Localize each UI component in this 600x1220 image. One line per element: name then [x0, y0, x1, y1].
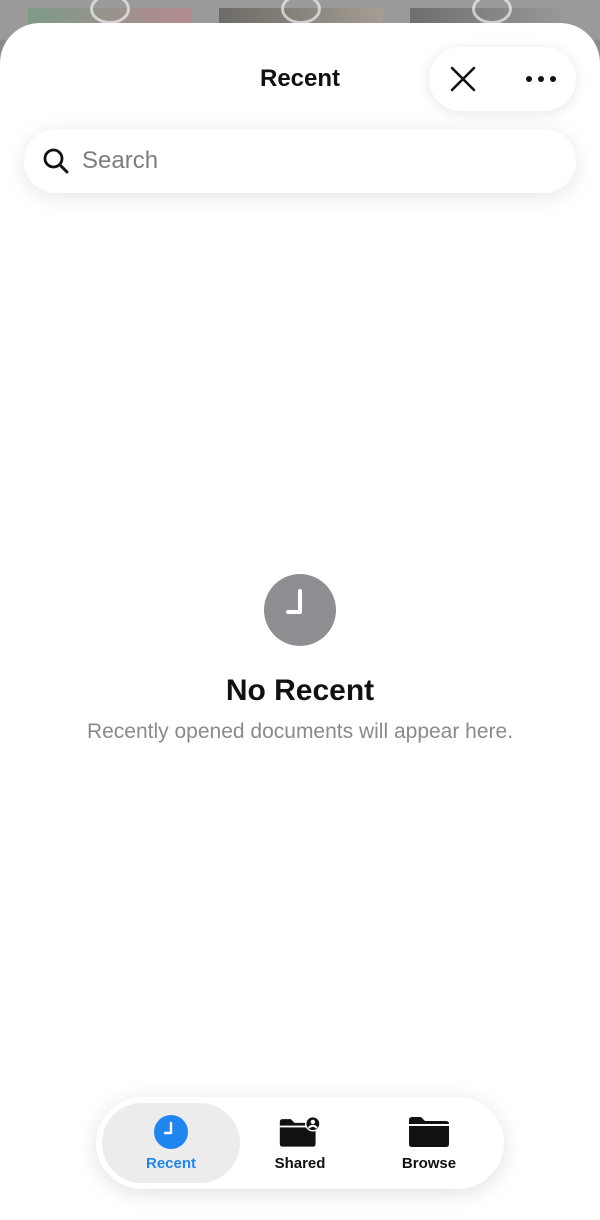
empty-state: No Recent Recently opened documents will…: [0, 574, 600, 744]
search-bar[interactable]: [24, 129, 576, 193]
search-icon: [43, 148, 69, 174]
close-button[interactable]: [441, 57, 485, 101]
tab-browse[interactable]: Browse: [360, 1103, 498, 1183]
empty-state-title: No Recent: [225, 674, 375, 707]
tab-browse-label: Browse: [401, 1155, 457, 1172]
clock-icon: [264, 574, 336, 646]
tab-recent-label: Recent: [145, 1155, 197, 1172]
search-input[interactable]: [82, 147, 542, 175]
files-sheet: Recent No Recent Recently opened docu: [0, 23, 600, 1220]
clock-icon: [154, 1115, 188, 1149]
ellipsis-icon: [526, 76, 556, 82]
tab-shared[interactable]: Shared: [231, 1103, 369, 1183]
close-icon: [450, 66, 476, 92]
action-pill: [429, 47, 576, 111]
shared-folder-icon: [279, 1115, 321, 1147]
more-button[interactable]: [517, 57, 565, 101]
tab-bar: Recent Shared Browse: [96, 1097, 504, 1189]
tab-recent[interactable]: Recent: [102, 1103, 240, 1183]
empty-state-subtitle: Recently opened documents will appear he…: [86, 720, 514, 743]
folder-icon: [409, 1117, 449, 1147]
tab-shared-label: Shared: [274, 1155, 326, 1172]
